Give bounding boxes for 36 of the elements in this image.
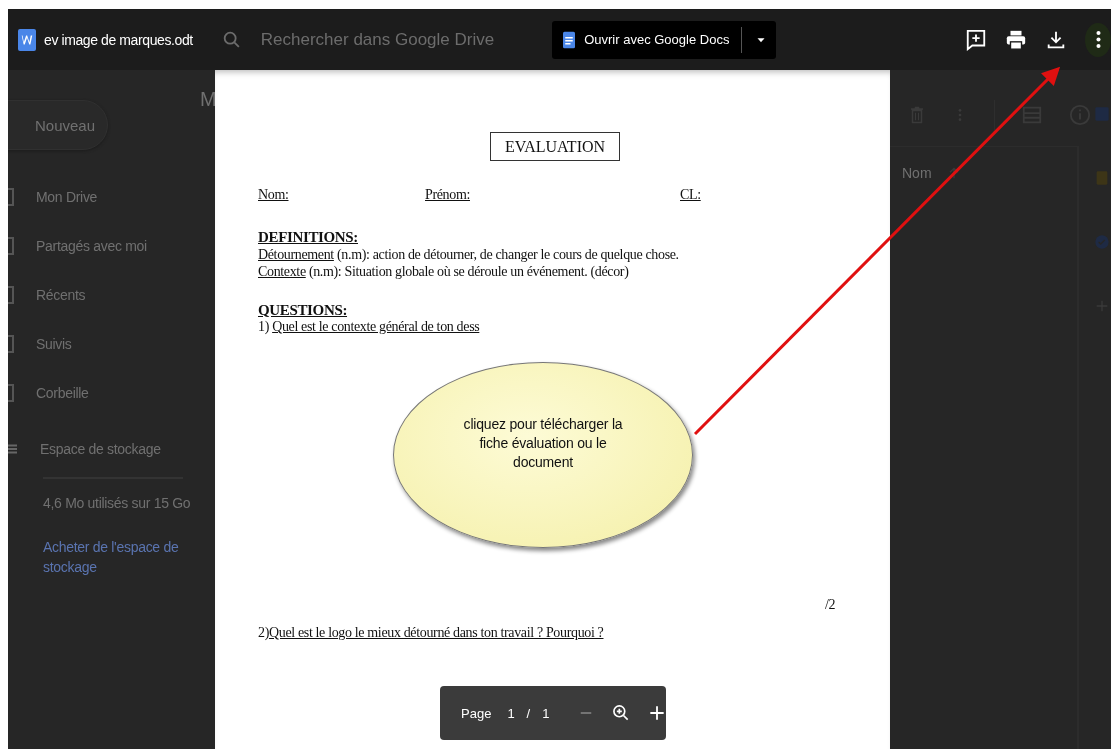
page-label: Page xyxy=(461,705,492,721)
nav-item[interactable]: Récents xyxy=(8,270,200,319)
file-name: ev image de marques.odt xyxy=(44,31,193,48)
questions-heading: QUESTIONS: xyxy=(258,302,349,319)
nav-item[interactable]: Corbeille xyxy=(8,368,200,417)
question-text: 2)Quel est le logo le mieux détourné dans ton travail ? Pourquoi ? xyxy=(258,625,605,641)
more-button[interactable] xyxy=(1085,22,1111,57)
sort-column-label[interactable]: Nom xyxy=(902,165,932,181)
form-field-label: Prénom: xyxy=(425,187,471,203)
print-icon[interactable] xyxy=(1005,28,1027,51)
definition-text: Détournement (n.m): action de détourner, de changer le cours de quelque chose. xyxy=(258,246,680,263)
storage-usage: 4,6 Mo utilisés sur 15 Go xyxy=(43,495,192,511)
search-field[interactable]: Rechercher dans Google Drive xyxy=(214,24,501,55)
document-title: EVALUATION xyxy=(489,132,621,161)
page-heading: M xyxy=(200,87,215,112)
nav-item[interactable]: Suivis xyxy=(8,319,200,368)
page-number: 1 xyxy=(507,705,515,721)
new-button[interactable]: Nouveau xyxy=(8,100,108,150)
question-text: 1) Quel est le contexte général de ton dess xyxy=(258,319,481,335)
buy-storage-link[interactable]: Acheter de l'espace de stockage xyxy=(43,537,200,577)
page-separator: / xyxy=(526,705,531,721)
open-with-docs-button[interactable]: Ouvrir avec Google Docs xyxy=(552,20,777,59)
nav-item[interactable]: Mon Drive xyxy=(8,172,200,221)
callout-text: cliquez pour télécharger la fiche évaluation ou le document xyxy=(462,415,624,472)
definitions-heading: DEFINITIONS: xyxy=(258,229,359,246)
more-icon[interactable] xyxy=(1095,31,1101,48)
storage-label: Espace de stockage xyxy=(40,441,161,457)
form-field-label: Nom: xyxy=(258,187,290,203)
nav-item[interactable]: Partagés avec moi xyxy=(8,221,200,270)
list-view-icon xyxy=(1021,104,1043,126)
page-total: 1 xyxy=(542,705,550,721)
file-type-icon xyxy=(18,28,36,51)
add-comment-icon[interactable] xyxy=(965,28,987,51)
form-field-label: CL: xyxy=(680,187,701,203)
definition-text: Contexte (n.m): Situation globale où se déroule un événement. (décor) xyxy=(258,263,630,280)
score-text: /2 xyxy=(825,597,837,613)
